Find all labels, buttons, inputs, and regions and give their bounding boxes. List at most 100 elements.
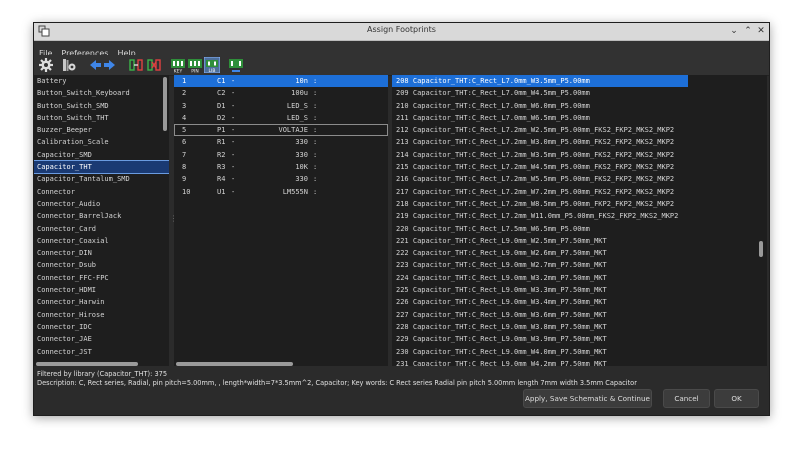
footprint-item[interactable]: 231 Capacitor_THT:C_Rect_L9.0mm_W4.2mm_P…: [392, 358, 767, 366]
show-footprint-icon[interactable]: [228, 57, 244, 73]
component-row[interactable]: 5 P1- VOLTAJE:: [174, 124, 388, 137]
footprint-item[interactable]: 215 Capacitor_THT:C_Rect_L7.2mm_W4.5mm_P…: [392, 161, 767, 173]
ok-button[interactable]: OK: [714, 389, 759, 408]
library-item[interactable]: Button_Switch_Keyboard: [34, 87, 169, 99]
footprint-item[interactable]: 222 Capacitor_THT:C_Rect_L9.0mm_W2.6mm_P…: [392, 247, 767, 259]
library-hscrollbar[interactable]: [36, 362, 138, 366]
component-row[interactable]: 4 D2- LED_S:: [174, 112, 388, 124]
library-item[interactable]: Connector_HDMI: [34, 284, 169, 296]
footprint-item[interactable]: 225 Capacitor_THT:C_Rect_L9.0mm_W3.3mm_P…: [392, 284, 767, 296]
component-colon: :: [313, 187, 318, 196]
library-item[interactable]: Connector: [34, 186, 169, 198]
library-item[interactable]: Capacitor_SMD: [34, 149, 169, 161]
component-separator: -: [231, 163, 236, 172]
cancel-button[interactable]: Cancel: [663, 389, 710, 408]
library-item[interactable]: Connector_BarrelJack: [34, 210, 169, 222]
component-value: 330: [295, 175, 308, 184]
component-colon: :: [313, 113, 318, 122]
library-item[interactable]: Calibration_Scale: [34, 136, 169, 148]
footprint-item[interactable]: 211 Capacitor_THT:C_Rect_L7.0mm_W6.5mm_P…: [392, 112, 767, 124]
library-manager-icon[interactable]: [61, 57, 77, 73]
footprint-item[interactable]: 227 Capacitor_THT:C_Rect_L9.0mm_W3.6mm_P…: [392, 309, 767, 321]
component-row[interactable]: 10 U1- LM555N:: [174, 186, 388, 198]
chevron-up-icon[interactable]: ⌃: [741, 24, 755, 38]
library-item[interactable]: Connector_Audio: [34, 198, 169, 210]
close-icon[interactable]: ✕: [754, 24, 768, 38]
component-row[interactable]: 3 D1- LED_S:: [174, 100, 388, 112]
arrow-left-icon[interactable]: [87, 57, 103, 73]
library-item[interactable]: Connector_DIN: [34, 247, 169, 259]
library-list[interactable]: Battery Button_Switch_Keyboard Button_Swit…: [34, 75, 169, 366]
library-item[interactable]: Connector_Hirose: [34, 309, 169, 321]
footprint-item[interactable]: 221 Capacitor_THT:C_Rect_L9.0mm_W2.5mm_P…: [392, 235, 767, 247]
component-index: 4: [182, 113, 187, 122]
footprint-item[interactable]: 209 Capacitor_THT:C_Rect_L7.0mm_W4.5mm_P…: [392, 87, 767, 99]
component-separator: -: [231, 77, 236, 85]
library-item[interactable]: Buzzer_Beeper: [34, 124, 169, 136]
component-value: 10n: [295, 77, 308, 85]
component-value: VOLTAJE: [278, 126, 308, 135]
component-hscrollbar[interactable]: [176, 362, 293, 366]
library-item[interactable]: Connector_IDC: [34, 321, 169, 333]
footprint-item[interactable]: 218 Capacitor_THT:C_Rect_L7.2mm_W8.5mm_P…: [392, 198, 767, 210]
footprint-item[interactable]: 216 Capacitor_THT:C_Rect_L7.2mm_W5.5mm_P…: [392, 173, 767, 185]
library-item[interactable]: Connector_FFC-FPC: [34, 272, 169, 284]
footprint-item[interactable]: 217 Capacitor_THT:C_Rect_L7.2mm_W7.2mm_P…: [392, 186, 767, 198]
library-item[interactable]: Capacitor_THT: [34, 160, 169, 175]
component-list[interactable]: 1 C1-10n:2 C2-100u:3 D1- LED_S:4 D2- LED_S:5 P1…: [174, 75, 388, 366]
footprint-list[interactable]: 208 Capacitor_THT:C_Rect_L7.0mm_W3.5mm_P…: [392, 75, 767, 366]
footprint-item[interactable]: 230 Capacitor_THT:C_Rect_L9.0mm_W4.0mm_P…: [392, 346, 767, 358]
component-separator: -: [231, 113, 236, 122]
footprint-item[interactable]: 219 Capacitor_THT:C_Rect_L7.2mm_W11.0mm_…: [392, 210, 767, 222]
component-row[interactable]: 1 C1- 10n:: [174, 75, 388, 88]
component-row[interactable]: 8 R3- 10K:: [174, 161, 388, 173]
chevron-down-icon[interactable]: ⌄: [727, 24, 741, 38]
component-index: 8: [182, 163, 187, 172]
footprint-scrollbar[interactable]: [759, 241, 763, 257]
library-item[interactable]: Connector_Card: [34, 223, 169, 235]
arrow-right-icon[interactable]: [102, 57, 118, 73]
footprint-item[interactable]: 229 Capacitor_THT:C_Rect_L9.0mm_W3.9mm_P…: [392, 333, 767, 345]
filter-by-pin-count-icon[interactable]: PIN: [187, 57, 203, 73]
component-value: 10K: [295, 163, 308, 172]
splitter-handle[interactable]: ⋮: [170, 215, 178, 223]
delete-association-icon[interactable]: [146, 57, 162, 73]
footprint-item[interactable]: 228 Capacitor_THT:C_Rect_L9.0mm_W3.8mm_P…: [392, 321, 767, 333]
filter-by-library-icon[interactable]: LIB: [204, 57, 220, 73]
library-item[interactable]: Capacitor_Tantalum_SMD: [34, 173, 169, 185]
component-reference: R2: [217, 150, 226, 159]
component-reference: U1: [217, 187, 226, 196]
apply-save-continue-button[interactable]: Apply, Save Schematic & Continue: [523, 389, 652, 408]
footprint-item[interactable]: 220 Capacitor_THT:C_Rect_L7.5mm_W6.5mm_P…: [392, 223, 767, 235]
footprint-item[interactable]: 212 Capacitor_THT:C_Rect_L7.2mm_W2.5mm_P…: [392, 124, 767, 136]
component-value: 330: [295, 138, 308, 147]
footprint-item[interactable]: 214 Capacitor_THT:C_Rect_L7.2mm_W3.5mm_P…: [392, 149, 767, 161]
library-item[interactable]: Connector_JST: [34, 346, 169, 358]
component-row[interactable]: 6 R1- 330:: [174, 136, 388, 148]
component-reference: D2: [217, 113, 226, 122]
library-item[interactable]: Connector_JAE: [34, 333, 169, 345]
library-scrollbar[interactable]: [163, 77, 167, 131]
component-colon: :: [313, 89, 318, 98]
library-item[interactable]: Button_Switch_THT: [34, 112, 169, 124]
footprint-item[interactable]: 223 Capacitor_THT:C_Rect_L9.0mm_W2.7mm_P…: [392, 259, 767, 271]
library-item[interactable]: Connector_Dsub: [34, 259, 169, 271]
component-row[interactable]: 7 R2- 330:: [174, 149, 388, 161]
footprint-item[interactable]: 226 Capacitor_THT:C_Rect_L9.0mm_W3.4mm_P…: [392, 296, 767, 308]
settings-icon[interactable]: [38, 57, 54, 73]
component-row[interactable]: 2 C2- 100u:: [174, 87, 388, 99]
footprint-item[interactable]: 208 Capacitor_THT:C_Rect_L7.0mm_W3.5mm_P…: [392, 75, 688, 88]
component-reference: P1: [217, 126, 226, 135]
component-row[interactable]: 9 R4- 330:: [174, 173, 388, 185]
footprint-item[interactable]: 213 Capacitor_THT:C_Rect_L7.2mm_W3.0mm_P…: [392, 136, 767, 148]
filter-by-keywords-icon[interactable]: KEY: [170, 57, 186, 73]
footprint-item[interactable]: 224 Capacitor_THT:C_Rect_L9.0mm_W3.2mm_P…: [392, 272, 767, 284]
component-index: 9: [182, 175, 187, 184]
library-item[interactable]: Battery: [34, 75, 169, 87]
library-item[interactable]: Connector_Harwin: [34, 296, 169, 308]
library-item[interactable]: Button_Switch_SMD: [34, 100, 169, 112]
component-colon: :: [313, 77, 318, 85]
library-item[interactable]: Connector_Coaxial: [34, 235, 169, 247]
associate-icon[interactable]: [128, 57, 144, 73]
footprint-item[interactable]: 210 Capacitor_THT:C_Rect_L7.0mm_W6.0mm_P…: [392, 100, 767, 112]
